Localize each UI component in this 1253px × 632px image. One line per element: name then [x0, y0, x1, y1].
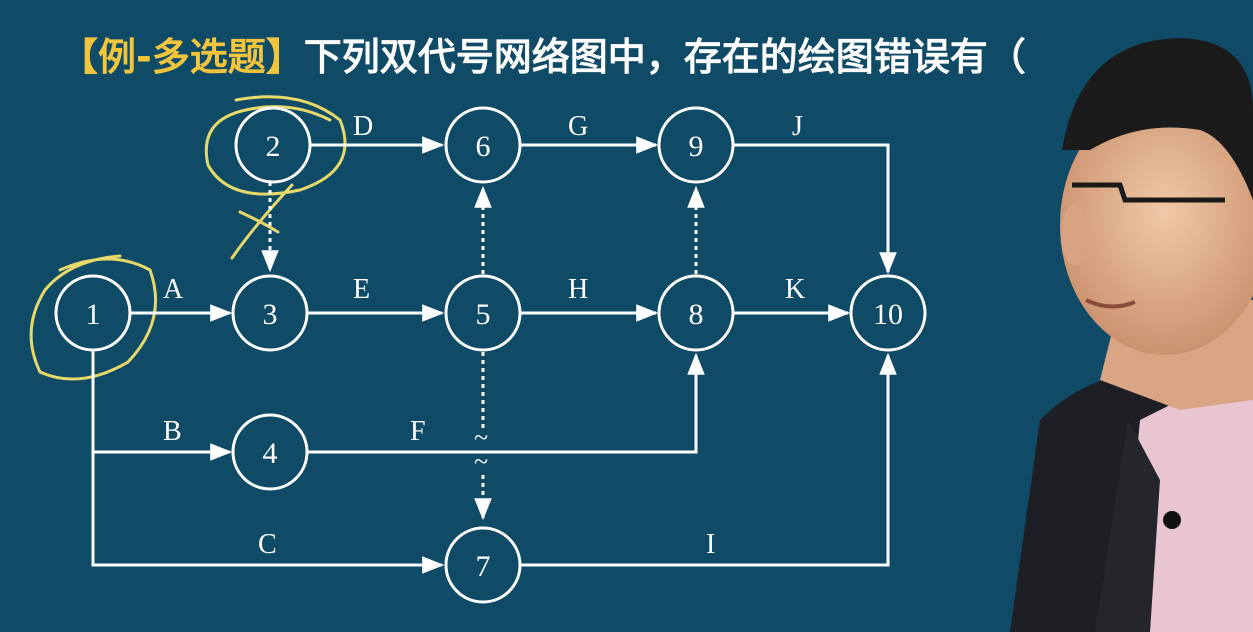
node-1: 1 [54, 274, 132, 352]
node-6-label: 6 [476, 130, 491, 163]
node-4: 4 [231, 413, 309, 491]
node-7-label: 7 [476, 550, 491, 583]
node-3-label: 3 [263, 298, 278, 331]
node-6: 6 [444, 106, 522, 184]
activity-label-i: I [706, 529, 715, 560]
break-mark-lower: ~ [474, 447, 488, 476]
node-8-label: 8 [689, 298, 704, 331]
node-10: 10 [849, 274, 927, 352]
activity-label-f: F [410, 416, 426, 447]
node-7: 7 [444, 526, 522, 604]
node-8: 8 [657, 274, 735, 352]
arrow-9-10 [734, 143, 897, 275]
arrow-1-4 [91, 351, 233, 461]
node-1-label: 1 [86, 298, 101, 331]
presenter-figure [1010, 38, 1253, 632]
node-5-label: 5 [476, 298, 491, 331]
node-5: 5 [444, 274, 522, 352]
node-9: 9 [657, 106, 735, 184]
node-2: 2 [234, 106, 312, 184]
network-diagram: ~ ~ A B C D E F G H I J K 1 2 3 4 5 6 7 … [29, 38, 1253, 632]
activity-label-a: A [163, 274, 184, 305]
activity-label-j: J [792, 111, 803, 142]
node-3: 3 [231, 274, 309, 352]
activity-label-d: D [353, 111, 373, 142]
activity-label-k: K [785, 274, 805, 305]
arrow-4-8 [308, 352, 705, 454]
activity-label-g: G [568, 111, 588, 142]
annotation-cross-dummy [230, 183, 294, 260]
solid-activities [91, 136, 897, 574]
node-2-label: 2 [266, 130, 281, 163]
activity-label-h: H [568, 274, 588, 305]
arrow-7-10 [520, 352, 897, 567]
activity-label-b: B [163, 416, 182, 447]
node-10-label: 10 [873, 298, 903, 331]
lapel-mic-icon [1163, 511, 1181, 529]
node-9-label: 9 [689, 130, 704, 163]
activity-label-e: E [353, 274, 370, 305]
node-4-label: 4 [263, 437, 278, 470]
activity-label-c: C [258, 529, 277, 560]
